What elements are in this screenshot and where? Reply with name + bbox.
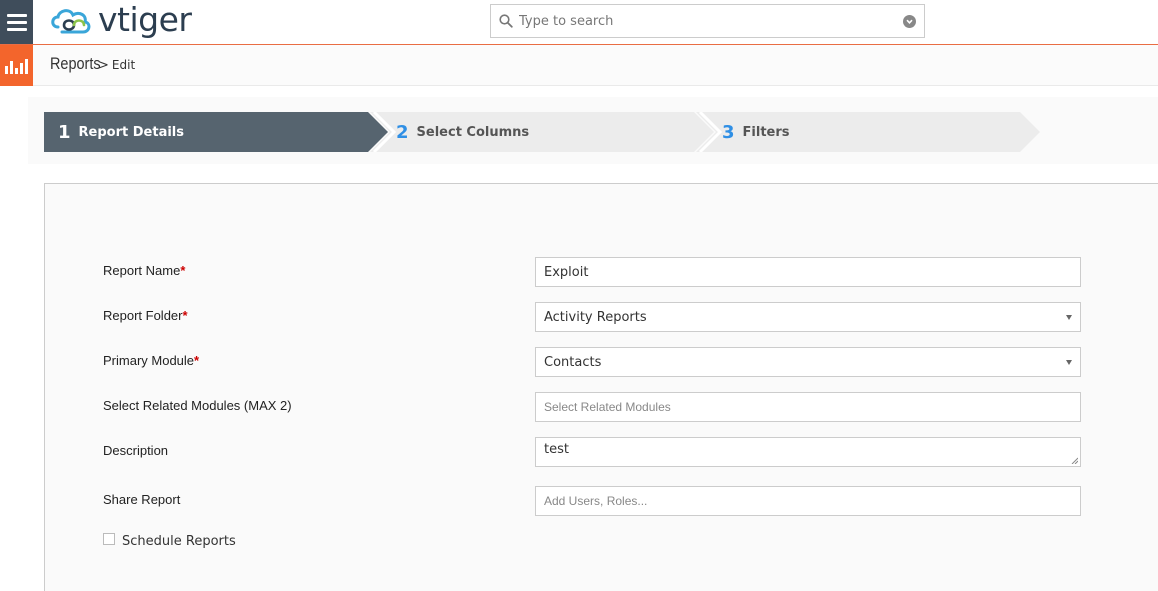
share-report-field[interactable]: [535, 486, 1081, 516]
breadcrumb-current-page: Edit: [111, 58, 136, 72]
logo-text: vtiger: [98, 0, 192, 39]
wizard-steps: 1 Report Details 2 Select Columns 3 Filt…: [28, 97, 1158, 164]
report-folder-label: Report Folder*: [103, 308, 188, 323]
breadcrumb-reports-link[interactable]: Reports: [50, 54, 101, 74]
dropdown-caret-icon: [1066, 314, 1072, 320]
top-bar: vtiger: [0, 0, 1158, 45]
share-report-input[interactable]: [544, 493, 1072, 509]
description-textarea[interactable]: test: [535, 437, 1081, 467]
step-report-details[interactable]: 1 Report Details: [44, 112, 388, 152]
breadcrumb-bar: Reports > Edit: [0, 45, 1158, 86]
reports-chart-icon[interactable]: [0, 45, 33, 86]
report-name-field[interactable]: Exploit: [535, 257, 1081, 287]
schedule-reports-label[interactable]: Schedule Reports: [122, 534, 236, 549]
report-folder-select[interactable]: Activity Reports: [535, 302, 1081, 332]
breadcrumb: Reports > Edit: [50, 54, 135, 74]
dropdown-caret-icon: [1066, 359, 1072, 365]
primary-module-select[interactable]: Contacts: [535, 347, 1081, 377]
related-modules-field[interactable]: [535, 392, 1081, 422]
global-search[interactable]: [490, 4, 925, 38]
search-input[interactable]: [519, 13, 903, 29]
share-report-label: Share Report: [103, 492, 181, 507]
related-modules-label: Select Related Modules (MAX 2): [103, 398, 292, 413]
search-icon: [499, 14, 513, 28]
vtiger-cloud-icon: [51, 9, 91, 34]
resize-handle-icon[interactable]: [1071, 457, 1078, 464]
report-name-label: Report Name*: [103, 263, 186, 278]
schedule-reports-checkbox[interactable]: [103, 533, 115, 545]
step-filters[interactable]: 3 Filters: [696, 112, 1040, 152]
hamburger-menu-icon[interactable]: [0, 0, 33, 44]
description-label: Description: [103, 443, 169, 458]
search-options-chevron-icon[interactable]: [903, 14, 916, 28]
primary-module-label: Primary Module*: [103, 353, 200, 368]
vtiger-logo[interactable]: vtiger: [48, 0, 192, 42]
related-modules-input[interactable]: [544, 399, 1072, 415]
step-select-columns[interactable]: 2 Select Columns: [370, 112, 714, 152]
report-details-form: Report Name* Exploit Report Folder* Acti…: [44, 183, 1158, 591]
